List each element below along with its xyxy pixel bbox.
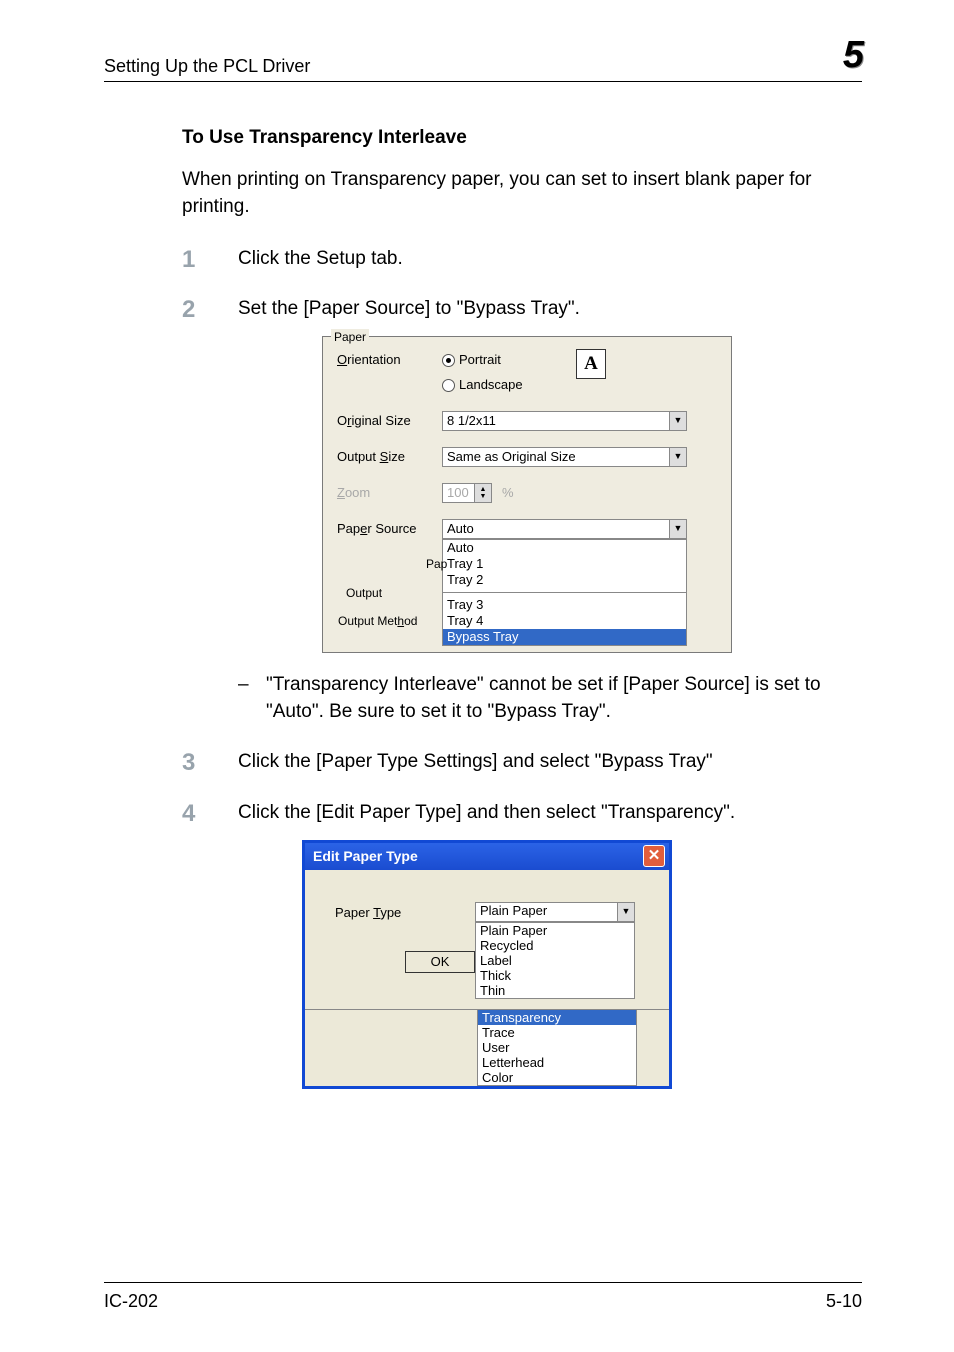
list-item[interactable]: Plain Paper: [476, 923, 634, 938]
output-size-label: Output Size: [337, 448, 442, 467]
step-number-2: 2: [182, 293, 238, 328]
step-text-2: Set the [Paper Source] to "Bypass Tray".: [238, 295, 862, 328]
intro-paragraph: When printing on Transparency paper, you…: [182, 166, 862, 221]
chapter-number: 5: [843, 34, 864, 77]
list-item[interactable]: Thick: [476, 968, 634, 983]
step2-note: "Transparency Interleave" cannot be set …: [266, 671, 862, 726]
step-number-3: 3: [182, 746, 238, 781]
list-item[interactable]: Tray 2: [443, 572, 686, 588]
list-item[interactable]: Tray 3: [443, 597, 686, 613]
list-item-selected[interactable]: Transparency: [478, 1010, 636, 1025]
portrait-radio[interactable]: Portrait: [442, 351, 523, 370]
dash-bullet: –: [238, 671, 266, 726]
original-size-label: Original Size: [337, 412, 442, 431]
paper-source-value: Auto: [443, 520, 669, 539]
orientation-label: Orientation: [337, 351, 442, 370]
list-item[interactable]: Tray 1: [443, 556, 686, 572]
step-text-3: Click the [Paper Type Settings] and sele…: [238, 748, 862, 781]
output-size-value: Same as Original Size: [443, 448, 669, 467]
edit-paper-type-dialog: Edit Paper Type ✕ Paper Type Plain Paper…: [302, 840, 672, 1090]
zoom-percent-label: %: [502, 484, 514, 503]
radio-unselected-icon: [442, 379, 455, 392]
paper-type-label: Paper Type: [335, 902, 475, 923]
chevron-down-icon[interactable]: ▼: [669, 412, 686, 430]
original-size-select[interactable]: 8 1/2x11 ▼: [442, 411, 687, 431]
running-header: Setting Up the PCL Driver: [104, 56, 310, 77]
paper-source-select[interactable]: Auto ▼: [442, 519, 687, 539]
list-item[interactable]: Letterhead: [478, 1055, 636, 1070]
chevron-down-icon[interactable]: ▼: [669, 520, 686, 538]
paper-type-select[interactable]: Plain Paper ▼: [475, 902, 635, 922]
list-item[interactable]: Label: [476, 953, 634, 968]
footer-right: 5-10: [826, 1291, 862, 1312]
pap-label-fragment: Pap: [426, 556, 447, 573]
paper-settings-panel: Paper Orientation Portrait Landscape A: [322, 336, 732, 653]
dialog-titlebar: Edit Paper Type ✕: [305, 840, 669, 870]
step-number-4: 4: [182, 797, 238, 832]
output-group-label: Output: [343, 585, 385, 602]
paper-type-listbox-top[interactable]: Plain Paper Recycled Label Thick Thin: [475, 922, 635, 999]
list-item[interactable]: Thin: [476, 983, 634, 998]
list-item[interactable]: Recycled: [476, 938, 634, 953]
list-item[interactable]: Color: [478, 1070, 636, 1085]
section-heading: To Use Transparency Interleave: [182, 124, 862, 152]
paper-group-label: Paper: [331, 329, 369, 346]
zoom-value: 100: [443, 484, 474, 503]
list-item[interactable]: Auto: [443, 540, 686, 556]
radio-selected-icon: [442, 354, 455, 367]
list-item[interactable]: User: [478, 1040, 636, 1055]
landscape-radio[interactable]: Landscape: [442, 376, 523, 395]
paper-type-listbox-bottom[interactable]: Transparency Trace User Letterhead Color: [477, 1010, 637, 1086]
step-text-4: Click the [Edit Paper Type] and then sel…: [238, 799, 862, 832]
footer-left: IC-202: [104, 1291, 158, 1312]
chevron-down-icon[interactable]: ▼: [617, 903, 634, 921]
list-item[interactable]: Tray 4: [443, 613, 686, 629]
list-item[interactable]: Trace: [478, 1025, 636, 1040]
step-text-1: Click the Setup tab.: [238, 245, 862, 278]
output-method-label: Output Method: [338, 613, 443, 645]
zoom-label: Zoom: [337, 484, 442, 503]
paper-source-label: Paper Source: [337, 520, 442, 539]
landscape-label: Landscape: [459, 376, 523, 395]
close-icon[interactable]: ✕: [643, 845, 665, 867]
portrait-label: Portrait: [459, 351, 501, 370]
spinner-buttons-icon[interactable]: ▲▼: [474, 484, 491, 502]
output-size-select[interactable]: Same as Original Size ▼: [442, 447, 687, 467]
paper-type-value: Plain Paper: [476, 902, 617, 921]
original-size-value: 8 1/2x11: [443, 412, 669, 431]
paper-source-listbox[interactable]: Pap Auto Tray 1 Tray 2 Output Tray 3 Out…: [442, 539, 687, 646]
ok-button[interactable]: OK: [405, 951, 475, 973]
list-item-selected[interactable]: Bypass Tray: [443, 629, 686, 645]
zoom-spinner[interactable]: 100 ▲▼: [442, 483, 492, 503]
step-number-1: 1: [182, 243, 238, 278]
dialog-title: Edit Paper Type: [313, 846, 418, 866]
orientation-preview-icon: A: [576, 349, 606, 379]
chevron-down-icon[interactable]: ▼: [669, 448, 686, 466]
